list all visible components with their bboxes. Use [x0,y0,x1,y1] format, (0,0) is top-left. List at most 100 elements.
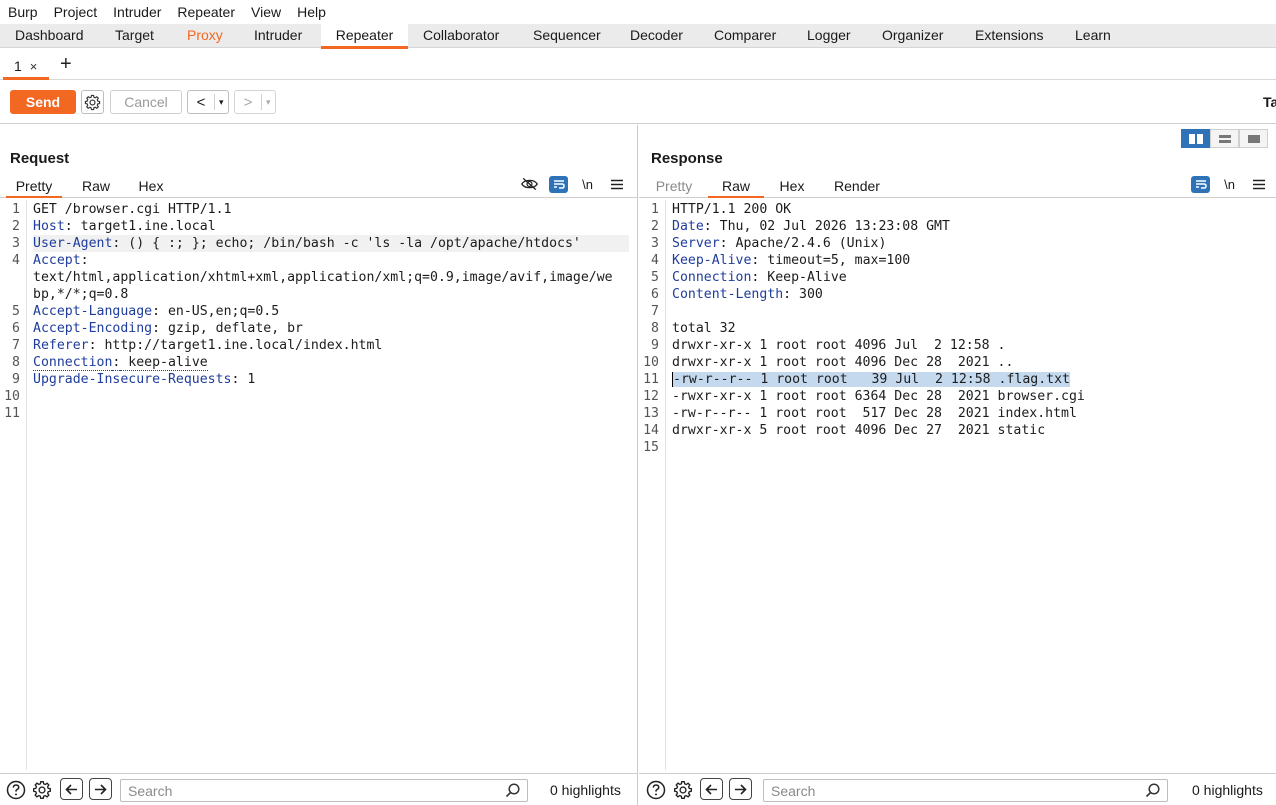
header-value: target1.ine.local [72,219,216,234]
cancel-button[interactable]: Cancel [110,90,182,114]
line-number: 13 [643,406,659,421]
send-button[interactable]: Send [10,90,76,114]
tab-logger[interactable]: Logger [807,24,851,47]
line-text: drwxr-xr-x 5 root root 4096 Dec 27 2021 … [672,423,1046,438]
line-number: 6 [12,321,20,336]
wrap-lines-button[interactable] [544,174,573,194]
tab-organizer[interactable]: Organizer [882,24,943,47]
response-editor[interactable]: 1 2 3 4 5 6 7 8 9 10 11 12 13 14 15 HTTP/1.1 200 OK Dat… [639,200,1276,770]
gear-icon [33,781,51,799]
forward-button[interactable]: > ▾ [234,90,276,114]
search-input[interactable] [121,780,467,801]
next-match-button[interactable] [89,778,112,800]
chevron-down-icon[interactable]: ▾ [214,94,224,110]
line-number: 1 [12,202,20,217]
header-value: http://target1.ine.local/index.html [96,338,383,353]
wrap-lines-button[interactable] [1186,174,1215,194]
menu-intruder[interactable]: Intruder [105,0,169,24]
menu-help[interactable]: Help [289,0,334,24]
tab-extensions[interactable]: Extensions [975,24,1043,47]
add-tab-button[interactable]: + [60,53,72,75]
line-number: 3 [12,236,20,251]
gear-icon [674,781,692,799]
tab-target[interactable]: Target [115,24,154,47]
search-settings-button[interactable] [31,779,53,801]
line-text: -rwxr-xr-x 1 root root 6364 Dec 28 2021 … [672,389,1085,404]
header-colon: : [703,219,712,234]
line-number: 12 [643,389,659,404]
line-number: 11 [4,406,20,421]
tab-render[interactable]: Render [829,177,885,197]
line-number: 2 [12,219,20,234]
tab-learn[interactable]: Learn [1075,24,1111,47]
previous-match-button[interactable] [60,778,83,800]
request-title: Request [10,150,70,167]
back-arrow-icon: < [196,93,206,111]
chevron-down-icon[interactable]: ▾ [261,94,271,110]
line-number-gutter: 1 2 3 4 5 6 7 8 9 10 11 12 13 14 15 [639,200,666,770]
newline-toggle[interactable]: \n [1215,174,1244,194]
response-title: Response [651,150,723,167]
request-editor[interactable]: 1 2 3 4 5 6 7 8 9 10 11 GET /browser.cgi HTTP/1.1 H… [0,200,637,770]
tab-decoder[interactable]: Decoder [630,24,683,47]
header-name: Accept-Language [33,304,153,319]
header-value: 1 [239,372,256,387]
request-pane: Request Pretty Raw Hex \n 1 2 3 4 5 6 7 8 9 10 11 … [0,125,638,805]
tab-intruder[interactable]: Intruder [254,24,302,47]
code-line: -rwxr-xr-x 1 root root 6364 Dec 28 2021 … [672,388,1085,405]
header-name: Accept-Encoding [33,321,153,336]
code-line: GET /browser.cgi HTTP/1.1 [33,201,232,218]
line-number: 10 [4,389,20,404]
header-value: keep-alive [120,355,208,371]
line-text: bp,*/*;q=0.8 [33,287,129,302]
tab-repeater[interactable]: Repeater [321,24,408,49]
menu-repeater[interactable]: Repeater [169,0,243,24]
menu-icon[interactable] [602,174,631,194]
line-text: text/html,application/xhtml+xml,applicat… [33,270,613,285]
settings-button[interactable] [81,90,104,114]
line-text: total 32 [672,321,736,336]
wrap-icon [1191,175,1210,193]
target-label[interactable]: Ta [1263,94,1276,110]
help-button[interactable] [5,779,27,801]
close-icon[interactable]: × [30,59,38,74]
tab-comparer[interactable]: Comparer [714,24,776,47]
search-settings-button[interactable] [672,779,694,801]
menu-project[interactable]: Project [46,0,106,24]
header-value: Apache/2.4.6 (Unix) [727,236,887,251]
code-line: Connection: keep-alive [33,354,208,371]
code-line: bp,*/*;q=0.8 [33,286,128,303]
gear-icon [84,94,101,110]
code-line: drwxr-xr-x 1 root root 4096 Dec 28 2021 … [672,354,1013,371]
line-number: 15 [643,440,659,455]
response-search-bar: 0 highlights [639,773,1276,805]
back-button[interactable]: < ▾ [187,90,229,114]
tab-hex[interactable]: Hex [776,177,808,197]
request-search [120,779,528,802]
line-number: 10 [643,355,659,370]
previous-match-button[interactable] [700,778,723,800]
newline-toggle[interactable]: \n [573,174,602,194]
tab-pretty[interactable]: Pretty [649,177,699,197]
arrow-left-icon [705,783,717,795]
tab-sequencer[interactable]: Sequencer [533,24,601,47]
search-input[interactable] [764,780,1107,801]
tab-collaborator[interactable]: Collaborator [423,24,499,47]
tab-raw[interactable]: Raw [77,177,115,197]
tab-hex[interactable]: Hex [133,177,169,197]
menu-bar: Burp Project Intruder Repeater View Help [0,0,1276,24]
next-match-button[interactable] [729,778,752,800]
code-line: -rw-r--r-- 1 root root 39 Jul 2 12:58 .f… [672,371,1070,388]
help-button[interactable] [645,779,667,801]
tab-dashboard[interactable]: Dashboard [15,24,84,47]
repeater-toolbar: Send Cancel < ▾ > ▾ Ta [0,81,1276,124]
tab-raw[interactable]: Raw [708,177,764,198]
line-number: 11 [643,372,659,387]
repeater-tab-1[interactable]: 1 × [3,55,49,80]
menu-burp[interactable]: Burp [0,0,46,24]
menu-view[interactable]: View [243,0,289,24]
menu-icon[interactable] [1244,174,1273,194]
tab-proxy[interactable]: Proxy [187,24,223,47]
hide-icon[interactable] [515,174,544,194]
tab-pretty[interactable]: Pretty [6,177,62,198]
